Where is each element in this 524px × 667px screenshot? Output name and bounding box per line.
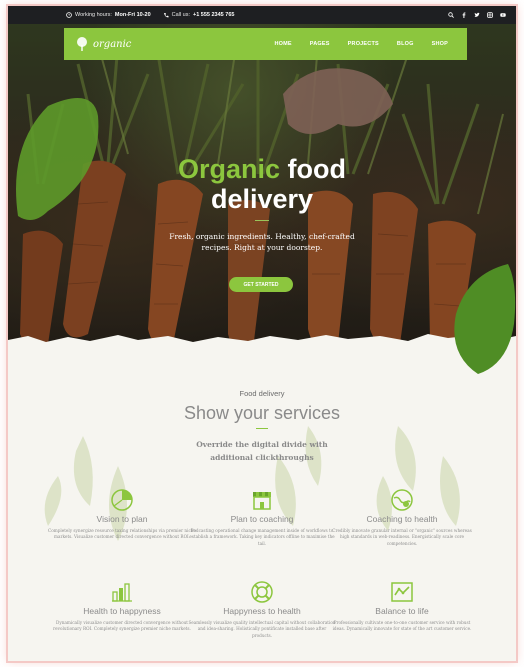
menu-item-home[interactable]: HOME — [265, 41, 300, 47]
service-title: Happyness to health — [223, 606, 301, 616]
clock-icon — [66, 12, 72, 18]
top-info-bar: Working hours: Mon-Fri 10-20 Call us: +1… — [8, 6, 516, 24]
main-navigation: organic HOME PAGES PROJECTS BLOG SHOP — [64, 28, 467, 60]
page-frame: Working hours: Mon-Fri 10-20 Call us: +1… — [8, 6, 516, 661]
working-hours: Working hours: Mon-Fri 10-20 — [66, 12, 151, 18]
service-card: Vision to plan Completely synergize reso… — [48, 488, 196, 541]
twitter-icon[interactable] — [474, 12, 480, 18]
bar-chart-icon — [112, 583, 132, 602]
menu-item-shop[interactable]: SHOP — [423, 41, 457, 47]
hero-title-white: food — [287, 154, 347, 184]
logo[interactable]: organic — [74, 36, 131, 52]
shop-icon — [253, 492, 271, 510]
service-text: Seamlessly visualize quality intellectua… — [188, 620, 336, 638]
call-us[interactable]: Call us: +1 555 2345 765 — [163, 12, 235, 18]
facebook-icon[interactable] — [461, 12, 467, 18]
youtube-icon[interactable] — [500, 12, 506, 18]
service-title: Coaching to health — [366, 514, 438, 524]
social-icons — [448, 12, 506, 18]
service-text: Credibly innovate granular internal or "… — [332, 528, 472, 546]
torn-paper-edge — [8, 334, 516, 364]
service-text: Dynamically visualize customer directed … — [53, 620, 191, 632]
menu: HOME PAGES PROJECTS BLOG SHOP — [265, 41, 457, 47]
service-card: Balance to life Professionally cultivate… — [328, 580, 476, 633]
service-text: Podcasting operational change management… — [189, 528, 335, 546]
services-description: Override the digital divide with additio… — [196, 440, 328, 462]
globe-icon — [391, 489, 413, 511]
service-text: Completely synergize resource taxing rel… — [48, 528, 196, 540]
service-title: Balance to life — [375, 606, 429, 616]
lifebuoy-icon — [251, 581, 273, 603]
service-text: Professionally cultivate one-to-one cust… — [332, 620, 472, 632]
call-label: Call us: — [171, 12, 190, 18]
menu-item-blog[interactable]: BLOG — [388, 41, 423, 47]
phone-icon — [163, 13, 169, 18]
services-eyebrow: Food delivery — [239, 389, 285, 398]
leaf-right-icon — [454, 264, 516, 374]
services-title: Show your services — [183, 403, 341, 423]
call-value: +1 555 2345 765 — [193, 12, 235, 18]
hero-subtitle: Fresh, organic ingredients. Healthy, che… — [169, 232, 355, 252]
service-card: Happyness to health Seamlessly visualize… — [188, 580, 336, 639]
service-title: Plan to coaching — [230, 514, 294, 524]
hours-label: Working hours: — [75, 12, 112, 18]
hours-value: Mon-Fri 10-20 — [114, 12, 151, 18]
service-card: Health to happyness Dynamically visualiz… — [48, 580, 196, 633]
hero-title-line2: delivery — [210, 184, 314, 214]
hero-divider — [255, 220, 269, 221]
service-card: Plan to coaching Podcasting operational … — [188, 488, 336, 547]
hero-title: Organic food delivery — [8, 154, 516, 214]
service-card: Coaching to health Credibly innovate gra… — [328, 488, 476, 547]
menu-item-projects[interactable]: PROJECTS — [339, 41, 388, 47]
line-graph-icon — [391, 582, 413, 602]
hero-title-green: Organic — [177, 154, 281, 184]
get-started-button[interactable]: GET STARTED — [229, 277, 293, 292]
logo-text: organic — [93, 38, 132, 50]
services-divider — [256, 428, 268, 429]
menu-item-pages[interactable]: PAGES — [301, 41, 339, 47]
tree-logo-icon — [77, 37, 87, 51]
service-title: Vision to plan — [96, 514, 148, 524]
search-icon[interactable] — [448, 12, 454, 18]
instagram-icon[interactable] — [487, 12, 493, 18]
pie-chart-icon — [111, 489, 133, 511]
service-title: Health to happyness — [83, 606, 161, 616]
